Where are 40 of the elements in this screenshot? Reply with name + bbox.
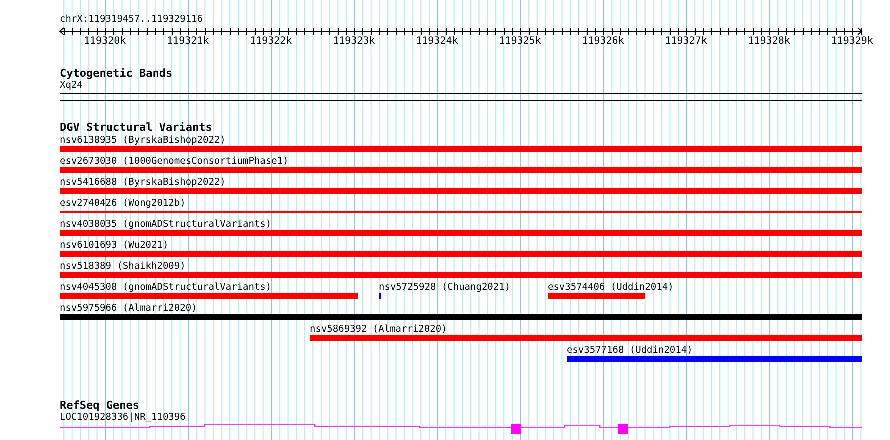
location-label: chrX:119319457..119329116: [60, 14, 203, 25]
variant-label: nsv518389 (Shaikh2009): [60, 261, 186, 272]
variant-label: nsv4038035 (gnomADStructuralVariants): [60, 219, 272, 230]
variant-label: nsv6138935 (ByrskaBishop2022): [60, 135, 226, 146]
variant-label: esv2740426 (Wong2012b): [60, 198, 186, 209]
variant-bar[interactable]: [548, 293, 646, 299]
variant-label: nsv5975966 (Almarri2020): [60, 303, 198, 314]
variant-label: nsv5416688 (ByrskaBishop2022): [60, 177, 226, 188]
axis-label: 119325k: [499, 36, 542, 47]
variant-bar[interactable]: [566, 356, 862, 362]
track-title: Cytogenetic Bands: [60, 68, 173, 80]
axis-label: 119321k: [167, 36, 210, 47]
variant-bar[interactable]: [60, 230, 862, 236]
variant-label: esv2673030 (1000GenomesConsortiumPhase1): [60, 156, 289, 167]
variant-bar[interactable]: [60, 293, 358, 299]
variant-label: nsv5725928 (Chuang2021): [379, 282, 511, 293]
axis-label: 119328k: [748, 36, 790, 47]
track-title: DGV Structural Variants: [60, 122, 212, 134]
axis-label: 119323k: [333, 36, 376, 47]
axis-label: 119327k: [665, 36, 708, 47]
band-label: Xq24: [60, 80, 83, 91]
axis-label: 119329k: [831, 36, 874, 47]
variant-bar[interactable]: [60, 167, 862, 173]
variant-bar[interactable]: [60, 251, 862, 257]
axis-label: 119322k: [250, 36, 292, 47]
track-title: RefSeq Genes: [60, 400, 140, 412]
variant-label: nsv4045308 (gnomADStructuralVariants): [60, 282, 272, 293]
variant-bar[interactable]: [60, 314, 862, 320]
variant-bar[interactable]: [60, 272, 862, 278]
variant-label: esv3577168 (Uddin2014): [566, 345, 693, 356]
variant-bar[interactable]: [60, 188, 862, 194]
axis-label: 119324k: [416, 36, 458, 47]
axis-label: 119326k: [582, 36, 624, 47]
variant-label: nsv5869392 (Almarri2020): [310, 324, 448, 335]
variant-label: esv3574406 (Uddin2014): [548, 282, 674, 293]
variant-bar[interactable]: [60, 146, 862, 152]
axis-label: 119320k: [84, 36, 126, 47]
variant-bar[interactable]: [310, 335, 862, 341]
variant-label: nsv6101693 (Wu2021): [60, 240, 169, 251]
gene-label: LOC101928336|NR_110396: [60, 412, 186, 423]
